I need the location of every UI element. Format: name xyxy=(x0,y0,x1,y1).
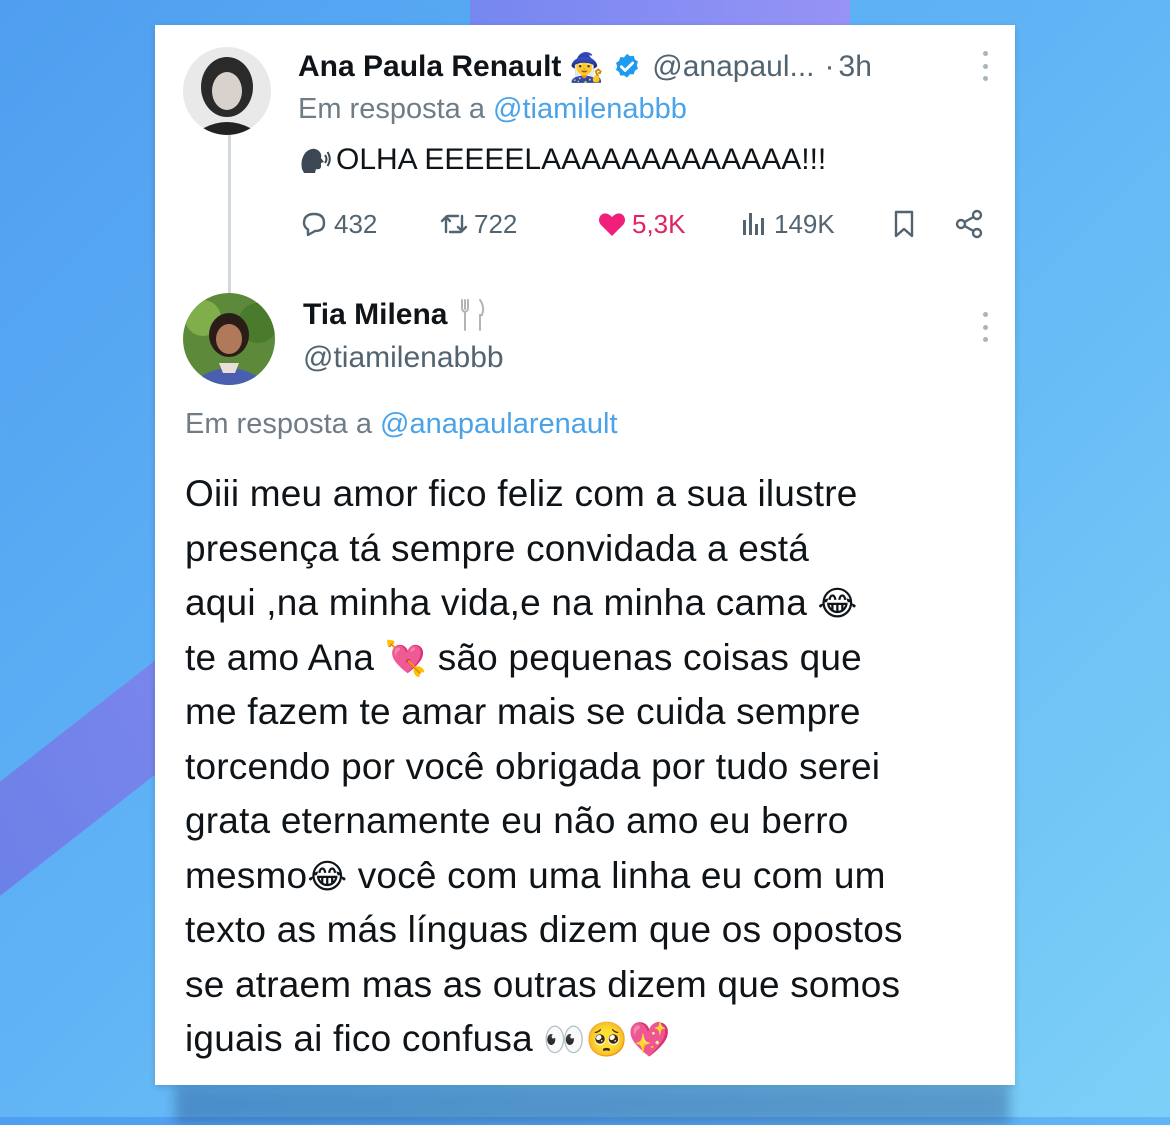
reply-prefix: Em resposta a xyxy=(185,408,372,440)
tweet-header: Ana Paula Renault 🧙‍♀️ @anapaul... · 3h xyxy=(298,45,998,89)
eyes-pleading-heart-emoji-icon: 👀🥺💖 xyxy=(543,1021,671,1059)
tweet-text: Oiii meu amor fico feliz com a sua ilust… xyxy=(185,467,1000,1067)
share-button[interactable] xyxy=(953,208,989,240)
tweet-text-line: iguais ai fico confusa 👀🥺💖 xyxy=(185,1012,1000,1067)
tweet-text-line: grata eternamente eu não amo eu berro xyxy=(185,800,849,841)
tweet-header: Tia Milena xyxy=(303,297,488,333)
tweet-text-line: mesmo😂 você com uma linha eu com um xyxy=(185,849,1000,904)
fork-and-knife-icon xyxy=(460,299,484,331)
tweet-text-line: te amo Ana 💘 são pequenas coisas que xyxy=(185,631,1000,686)
reply-button[interactable]: 432 xyxy=(298,208,377,240)
like-count: 5,3K xyxy=(632,208,686,239)
more-options-icon[interactable] xyxy=(979,51,991,81)
card-shadow xyxy=(175,1085,1010,1125)
speaking-head-icon xyxy=(301,148,331,173)
reply-context: Em resposta a @anapaularenault xyxy=(185,408,618,441)
tweet-text-line: torcendo por você obrigada por tudo sere… xyxy=(185,745,881,787)
retweet-count: 722 xyxy=(474,208,518,239)
tweet-action-bar: 432 722 5,3K 149K xyxy=(298,203,998,245)
user-handle[interactable]: @tiamilenabbb xyxy=(303,341,504,375)
heart-icon xyxy=(599,213,625,236)
avatar[interactable] xyxy=(183,47,271,135)
tweet-text-line: aqui ,na minha vida,e na minha cama 😂 xyxy=(185,576,1000,631)
separator-dot: · xyxy=(824,50,835,83)
share-icon xyxy=(955,209,983,239)
analytics-bars-icon xyxy=(743,213,764,235)
bookmark-button[interactable] xyxy=(888,208,924,240)
tweet-text-line: texto as más línguas dizem que os oposto… xyxy=(185,909,903,950)
tweet-body: OLHA EEEEELAAAAAAAAAAAAA!!! xyxy=(336,143,827,176)
user-handle[interactable]: @anapaul... xyxy=(652,50,814,84)
verified-badge-icon xyxy=(616,53,639,78)
more-options-icon[interactable] xyxy=(979,312,991,342)
display-name[interactable]: Tia Milena xyxy=(303,298,448,332)
tweet-text: OLHA EEEEELAAAAAAAAAAAAA!!! xyxy=(298,143,826,177)
laughing-emoji-icon: 😂 xyxy=(307,857,348,896)
arrow-heart-emoji-icon: 💘 xyxy=(384,639,428,678)
view-count: 149K xyxy=(774,208,835,239)
tweet-thread-card: Ana Paula Renault 🧙‍♀️ @anapaul... · 3h … xyxy=(155,25,1015,1085)
reply-context: Em resposta a @tiamilenabbb xyxy=(298,93,687,126)
reply-count: 432 xyxy=(334,208,378,239)
like-button[interactable]: 5,3K xyxy=(596,208,686,240)
retweet-button[interactable]: 722 xyxy=(438,208,517,240)
tweet-text-line: Oiii meu amor fico feliz com a sua ilust… xyxy=(185,473,858,514)
tweet-text-line: presença tá sempre convidada a está xyxy=(185,527,810,569)
witch-emoji-icon: 🧙‍♀️ xyxy=(569,51,605,83)
reply-prefix: Em resposta a xyxy=(298,93,485,125)
tweet-text-line: me fazem te amar mais se cuida sempre xyxy=(185,691,861,732)
avatar[interactable] xyxy=(183,293,275,385)
reply-mention-link[interactable]: @tiamilenabbb xyxy=(493,93,687,125)
views-button[interactable]: 149K xyxy=(738,208,835,240)
tweet-text-line: se atraem mas as outras dizem que somos xyxy=(185,963,901,1005)
retweet-icon xyxy=(440,214,468,234)
thread-connector-line xyxy=(228,135,231,295)
bookmark-icon xyxy=(894,210,914,238)
timestamp[interactable]: 3h xyxy=(839,50,872,84)
display-name[interactable]: Ana Paula Renault xyxy=(298,50,561,84)
reply-icon xyxy=(302,212,326,237)
laughing-emoji-icon: 😂 xyxy=(817,585,858,623)
reply-mention-link[interactable]: @anapaularenault xyxy=(380,408,617,440)
